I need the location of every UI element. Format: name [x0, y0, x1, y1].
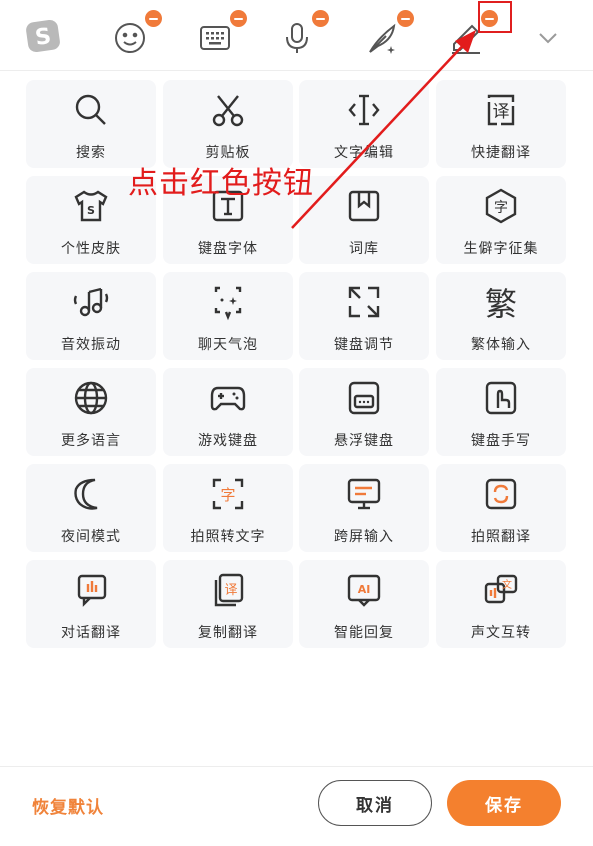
grid-item[interactable]: 剪贴板 [163, 80, 293, 168]
grid-item[interactable]: 字 拍照转文字 [163, 464, 293, 552]
grid-item-label: 跨屏输入 [334, 529, 394, 545]
grid-item[interactable]: 音效振动 [26, 272, 156, 360]
grid-item[interactable]: 聊天气泡 [163, 272, 293, 360]
grid-item[interactable]: 键盘调节 [299, 272, 429, 360]
resize-icon [348, 286, 380, 318]
remove-badge[interactable] [397, 10, 414, 27]
grid-item-label: 键盘手写 [471, 433, 531, 449]
grid-item-label: 拍照翻译 [471, 529, 531, 545]
dialog-translate-icon [77, 574, 107, 607]
grid-item[interactable]: AI 智能回复 [299, 560, 429, 648]
tshirt-skin-icon: S [74, 190, 108, 222]
bookmark-lexicon-icon [348, 190, 380, 222]
svg-text:文: 文 [502, 578, 512, 591]
sogou-logo-icon[interactable]: S [24, 16, 64, 56]
photo-text-icon: 字 [212, 478, 244, 510]
floating-keyboard-icon [348, 381, 380, 415]
quick-translate-icon: 译 [487, 94, 515, 126]
restore-default-button[interactable]: 恢复默认 [32, 793, 104, 818]
quill-toolbar-button[interactable] [362, 10, 414, 58]
svg-text:字: 字 [494, 200, 508, 216]
keyboard-icon [200, 26, 230, 50]
search-icon [75, 94, 106, 125]
grid-item-label: 夜间模式 [61, 529, 121, 545]
globe-icon [74, 381, 108, 415]
svg-text:S: S [87, 204, 95, 217]
rare-char-icon: 字 [485, 188, 517, 224]
grid-item-label: 更多语言 [61, 433, 121, 449]
keyboard-toolbar-button[interactable] [195, 10, 247, 58]
grid-item-label: 聊天气泡 [198, 337, 258, 353]
highlight-box [478, 1, 512, 33]
voice-text-icon: 文 [484, 574, 518, 604]
svg-text:译: 译 [224, 583, 237, 598]
grid-item-label: 智能回复 [334, 625, 394, 641]
grid-item-label: 游戏键盘 [198, 433, 258, 449]
svg-text:繁: 繁 [485, 285, 517, 322]
grid-item-label: 声文互转 [471, 625, 531, 641]
grid-item[interactable]: 游戏键盘 [163, 368, 293, 456]
grid-item-label: 复制翻译 [198, 625, 258, 641]
grid-item[interactable]: 词库 [299, 176, 429, 264]
music-vibrate-icon [73, 287, 109, 317]
quill-icon [369, 23, 396, 54]
grid-item[interactable]: 字 生僻字征集 [436, 176, 566, 264]
svg-text:字: 字 [220, 486, 235, 504]
grid-item-label: 悬浮键盘 [334, 433, 394, 449]
svg-text:AI: AI [358, 583, 371, 596]
grid-item-label: 繁体输入 [471, 337, 531, 353]
remove-badge[interactable] [312, 10, 329, 27]
grid-item[interactable]: 悬浮键盘 [299, 368, 429, 456]
grid-item[interactable]: 搜索 [26, 80, 156, 168]
bottom-bar: 恢复默认 取消 保存 [0, 766, 593, 846]
grid-item-label: 快捷翻译 [471, 145, 531, 161]
photo-translate-icon [485, 478, 517, 510]
chevron-down-icon[interactable] [528, 18, 568, 58]
cross-screen-icon [347, 478, 381, 510]
annotation-text: 点击红色按钮 [128, 166, 314, 201]
scissors-icon [212, 95, 244, 127]
grid-item-label: 对话翻译 [61, 625, 121, 641]
grid-item[interactable]: 文 声文互转 [436, 560, 566, 648]
remove-badge[interactable] [230, 10, 247, 27]
handwriting-icon [485, 381, 517, 415]
emoji-icon [115, 23, 145, 53]
grid-item-label: 键盘字体 [198, 241, 258, 257]
voice-toolbar-button[interactable] [277, 10, 329, 58]
grid-item[interactable]: 译 快捷翻译 [436, 80, 566, 168]
grid-item-label: 键盘调节 [334, 337, 394, 353]
text-cursor-icon [348, 94, 380, 126]
save-button[interactable]: 保存 [447, 780, 561, 826]
grid-item[interactable]: 夜间模式 [26, 464, 156, 552]
grid-item-label: 个性皮肤 [61, 241, 121, 257]
grid-item-label: 音效振动 [61, 337, 121, 353]
copy-translate-icon: 译 [214, 573, 244, 607]
chat-bubble-icon [214, 286, 242, 321]
grid-item[interactable]: 译 复制翻译 [163, 560, 293, 648]
grid-item-label: 文字编辑 [334, 145, 394, 161]
grid-item[interactable]: 繁 繁体输入 [436, 272, 566, 360]
ai-reply-icon: AI [347, 574, 381, 607]
grid-item-label: 生僻字征集 [463, 241, 539, 257]
grid-item[interactable]: 跨屏输入 [299, 464, 429, 552]
svg-text:译: 译 [493, 102, 510, 122]
moon-icon [74, 478, 98, 510]
grid-item[interactable]: 更多语言 [26, 368, 156, 456]
traditional-char-icon: 繁 [485, 285, 517, 322]
grid-item-label: 词库 [349, 241, 379, 257]
grid-item[interactable]: 对话翻译 [26, 560, 156, 648]
emoji-toolbar-button[interactable] [110, 10, 162, 58]
gamepad-icon [210, 386, 246, 411]
grid-item[interactable]: 拍照翻译 [436, 464, 566, 552]
grid-item[interactable]: 键盘手写 [436, 368, 566, 456]
microphone-icon [286, 23, 308, 53]
remove-badge[interactable] [145, 10, 162, 27]
cancel-button[interactable]: 取消 [318, 780, 432, 826]
grid-item-label: 拍照转文字 [190, 529, 266, 545]
grid-item[interactable]: 文字编辑 [299, 80, 429, 168]
